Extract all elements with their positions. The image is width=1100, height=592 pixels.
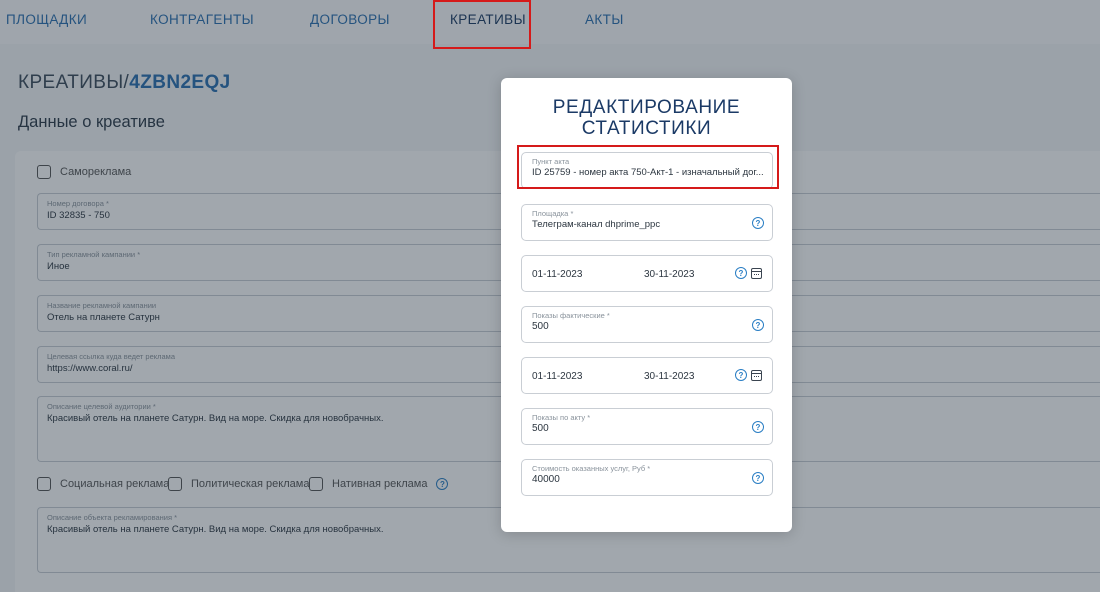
calendar-icon[interactable] — [751, 267, 762, 279]
period1-end-date[interactable]: 30-11-2023 — [644, 269, 694, 280]
modal-title-line2: СТАТИСТИКИ — [581, 118, 712, 139]
service-cost-value[interactable]: 40000 — [532, 474, 560, 485]
help-icon[interactable]: ? — [735, 369, 747, 381]
help-icon[interactable]: ? — [752, 421, 764, 433]
help-icon[interactable]: ? — [752, 217, 764, 229]
period2-end-date[interactable]: 30-11-2023 — [644, 371, 694, 382]
period-range-field-1[interactable]: 01-11-2023 30-11-2023 ? — [521, 255, 773, 292]
period1-start-date[interactable]: 01-11-2023 — [532, 269, 582, 280]
modal-title: РЕДАКТИРОВАНИЕ СТАТИСТИКИ — [501, 97, 792, 139]
help-icon[interactable]: ? — [752, 472, 764, 484]
act-impressions-label: Показы по акту * — [532, 413, 591, 422]
actual-impressions-value[interactable]: 500 — [532, 321, 549, 332]
help-icon[interactable]: ? — [752, 319, 764, 331]
modal-title-line1: РЕДАКТИРОВАНИЕ — [552, 97, 741, 118]
help-icon[interactable]: ? — [735, 267, 747, 279]
act-impressions-value[interactable]: 500 — [532, 423, 549, 434]
act-item-highlight — [517, 145, 779, 189]
service-cost-field[interactable]: Стоимость оказанных услуг, Руб * 40000 ? — [521, 459, 773, 496]
actual-impressions-label: Показы фактические * — [532, 311, 610, 320]
period2-start-date[interactable]: 01-11-2023 — [532, 371, 582, 382]
platform-label: Площадка * — [532, 209, 574, 218]
period-range-field-2[interactable]: 01-11-2023 30-11-2023 ? — [521, 357, 773, 394]
platform-value: Телеграм-канал dhprime_ppc — [532, 219, 661, 230]
platform-select[interactable]: Площадка * Телеграм-канал dhprime_ppc ? — [521, 204, 773, 241]
act-impressions-field[interactable]: Показы по акту * 500 ? — [521, 408, 773, 445]
service-cost-label: Стоимость оказанных услуг, Руб * — [532, 464, 651, 473]
calendar-icon[interactable] — [751, 369, 762, 381]
creatives-tab-highlight — [433, 0, 531, 49]
actual-impressions-field[interactable]: Показы фактические * 500 ? — [521, 306, 773, 343]
